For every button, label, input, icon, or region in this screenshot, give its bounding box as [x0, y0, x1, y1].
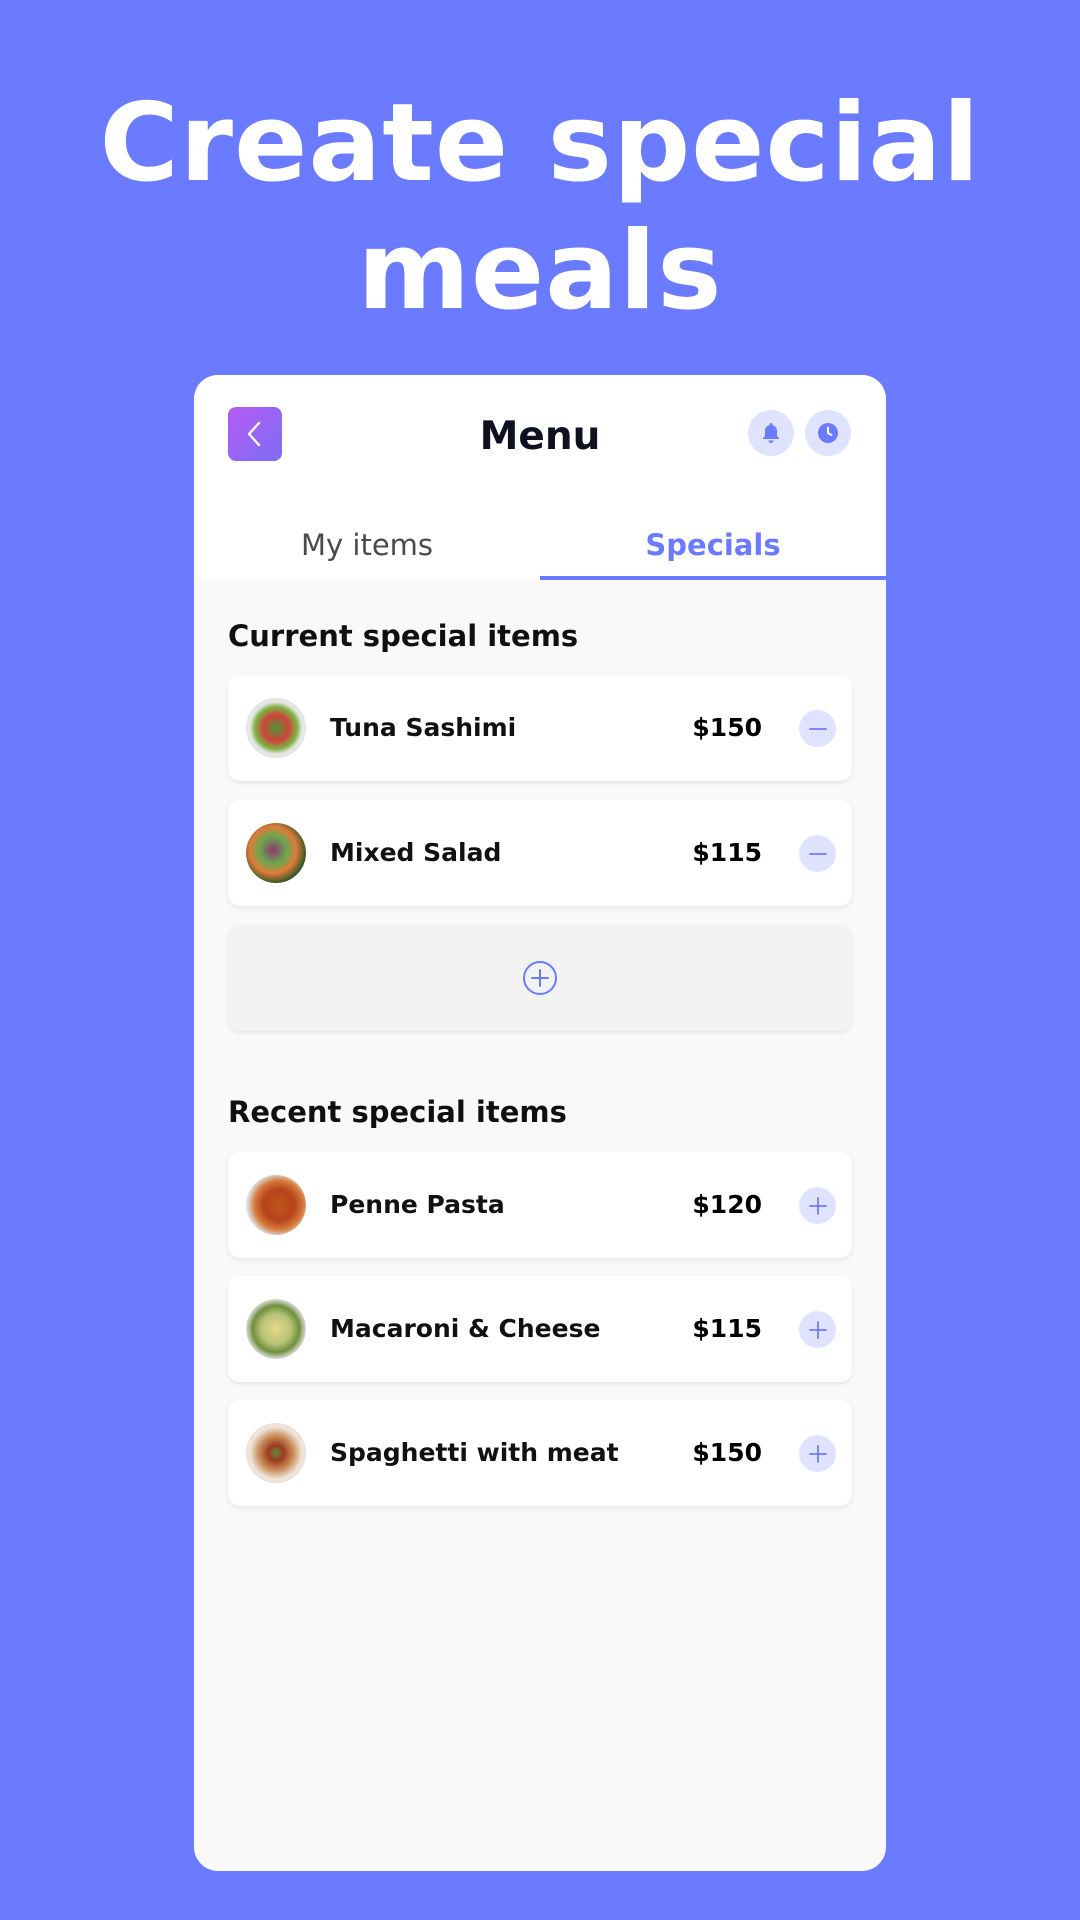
add-item-button[interactable]: [799, 1435, 836, 1472]
add-item-button[interactable]: [799, 1311, 836, 1348]
food-thumbnail: [246, 1423, 306, 1483]
item-price: $115: [692, 838, 762, 867]
headline-line-1: Create special: [99, 81, 981, 206]
item-name: Spaghetti with meat: [330, 1438, 619, 1467]
phone-screen: Menu My items Specials Current special i…: [194, 375, 886, 1871]
plus-icon: [808, 1320, 827, 1339]
item-name: Macaroni & Cheese: [330, 1314, 601, 1343]
chevron-left-icon: [247, 421, 261, 447]
add-special-item-button[interactable]: [228, 925, 852, 1031]
clock-icon: [818, 423, 838, 443]
list-item: Spaghetti with meat $150: [228, 1400, 852, 1506]
headline-line-2: meals: [357, 209, 723, 334]
notifications-button[interactable]: [748, 410, 794, 456]
bell-icon: [763, 423, 779, 443]
food-thumbnail: [246, 698, 306, 758]
item-name: Tuna Sashimi: [330, 713, 517, 742]
food-thumbnail: [246, 1175, 306, 1235]
item-name: Mixed Salad: [330, 838, 502, 867]
item-price: $150: [692, 1438, 762, 1467]
remove-item-button[interactable]: [799, 710, 836, 747]
item-price: $120: [692, 1190, 762, 1219]
add-item-button[interactable]: [799, 1187, 836, 1224]
plus-circle-icon: [523, 961, 557, 995]
item-name: Penne Pasta: [330, 1190, 505, 1219]
history-button[interactable]: [805, 410, 851, 456]
tab-my-items[interactable]: My items: [194, 515, 540, 575]
current-section-title: Current special items: [228, 619, 579, 653]
recent-section-title: Recent special items: [228, 1095, 567, 1129]
headline: Create special meals: [0, 80, 1080, 336]
active-tab-indicator: [540, 576, 886, 580]
minus-icon: [808, 727, 827, 730]
item-price: $115: [692, 1314, 762, 1343]
list-item: Tuna Sashimi $150: [228, 675, 852, 781]
food-thumbnail: [246, 1299, 306, 1359]
remove-item-button[interactable]: [799, 835, 836, 872]
tab-specials[interactable]: Specials: [540, 515, 886, 575]
plus-icon: [808, 1196, 827, 1215]
back-button[interactable]: [228, 407, 282, 461]
header-area: Menu My items Specials: [194, 375, 886, 580]
minus-icon: [808, 852, 827, 855]
list-item: Mixed Salad $115: [228, 800, 852, 906]
item-price: $150: [692, 713, 762, 742]
list-item: Macaroni & Cheese $115: [228, 1276, 852, 1382]
list-item: Penne Pasta $120: [228, 1152, 852, 1258]
food-thumbnail: [246, 823, 306, 883]
plus-icon: [808, 1444, 827, 1463]
